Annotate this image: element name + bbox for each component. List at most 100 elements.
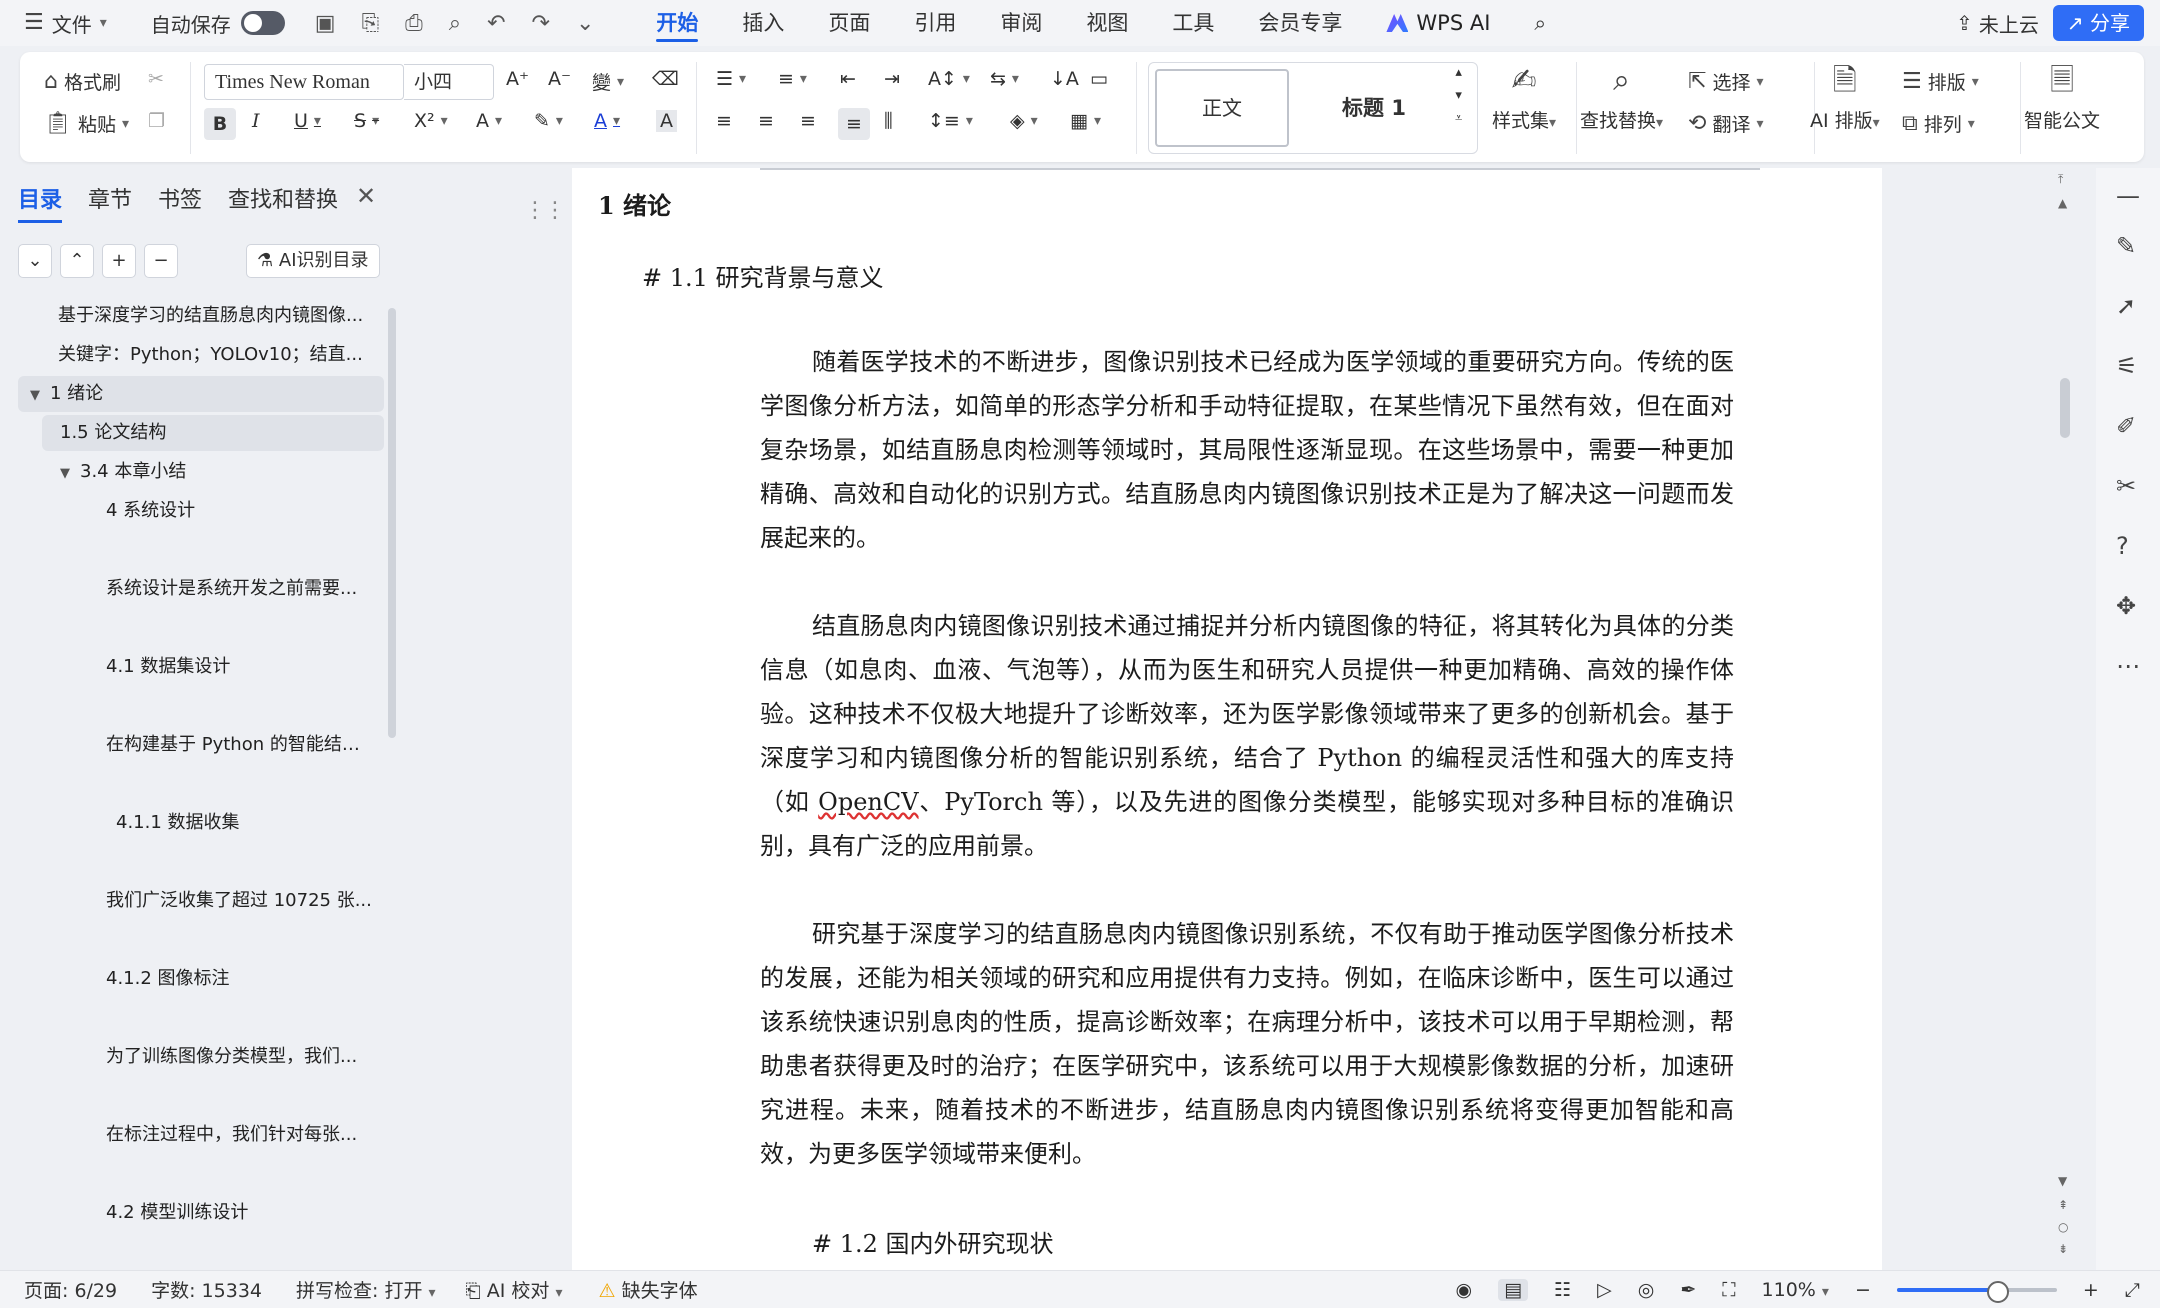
toc-item[interactable]: 4 系统设计 bbox=[18, 493, 384, 529]
scroll-up-icon[interactable]: ▲ bbox=[2058, 196, 2067, 210]
pen-icon[interactable]: ✎ bbox=[2116, 232, 2136, 260]
page-indicator[interactable]: 页面: 6/29 bbox=[24, 1276, 117, 1303]
close-icon[interactable]: ✕ bbox=[356, 182, 376, 210]
search-icon[interactable]: ⌕ bbox=[1512, 0, 1568, 46]
line-spacing-icon[interactable]: ↕≡ ▾ bbox=[928, 110, 973, 132]
tab-insert[interactable]: 插入 bbox=[720, 0, 806, 46]
copy-icon[interactable]: ❐ bbox=[148, 110, 165, 132]
translate-button[interactable]: ⟲ 翻译 ▾ bbox=[1688, 110, 1763, 137]
format-painter-button[interactable]: ⌂ 格式刷 bbox=[44, 68, 121, 95]
style-normal[interactable]: 正文 bbox=[1155, 69, 1289, 147]
toc-item[interactable]: 在标注过程中，我们针对每张... bbox=[18, 1117, 384, 1153]
toc-item[interactable]: 1.5 论文结构 bbox=[42, 415, 384, 451]
show-marks-icon[interactable]: ▭ bbox=[1090, 68, 1108, 90]
find-replace-button[interactable]: ⌕ 查找替换▾ bbox=[1580, 66, 1663, 133]
export-icon[interactable]: ⎘ bbox=[362, 11, 380, 36]
char-shading-icon[interactable]: A bbox=[656, 110, 677, 132]
spell-error-word[interactable]: OpenCV bbox=[818, 788, 918, 816]
grow-font-icon[interactable]: A⁺ bbox=[506, 68, 529, 90]
sliders-icon[interactable]: ⚟ bbox=[2116, 352, 2138, 380]
zoom-out-icon[interactable]: − bbox=[1855, 1279, 1871, 1301]
tab-page[interactable]: 页面 bbox=[806, 0, 892, 46]
style-heading-1[interactable]: 标题 1 bbox=[1299, 69, 1449, 147]
tab-review[interactable]: 审阅 bbox=[978, 0, 1064, 46]
caret-down-icon[interactable]: ▼ bbox=[60, 466, 70, 481]
tab-member[interactable]: 会员专享 bbox=[1236, 0, 1364, 46]
text-direction-icon[interactable]: A↕ ▾ bbox=[928, 68, 970, 90]
redo-icon[interactable]: ↷ bbox=[532, 11, 550, 36]
sort-icon[interactable]: ↓A bbox=[1050, 68, 1079, 90]
paragraph[interactable]: 结直肠息肉内镜图像识别技术通过捕捉并分析内镜图像的特征，将其转化为具体的分类信息… bbox=[760, 604, 1734, 868]
font-color-icon[interactable]: A ▾ bbox=[594, 110, 620, 132]
distribute-icon[interactable]: ⫼ bbox=[884, 110, 893, 132]
cloud-status[interactable]: ⇪ 未上云 bbox=[1956, 9, 2039, 38]
style-set-button[interactable]: ✍ 样式集▾ bbox=[1492, 66, 1556, 133]
font-name-select[interactable]: Times New Roman bbox=[204, 64, 404, 100]
document-scrollbar[interactable]: ⤒ ▲ ▼ ⇞ ○ ⇟ bbox=[2054, 168, 2076, 1270]
increase-indent-icon[interactable]: ⇥ bbox=[884, 68, 900, 90]
toc-item[interactable]: 在构建基于 Python 的智能结直... bbox=[18, 727, 384, 763]
bold-icon[interactable]: B bbox=[204, 108, 236, 140]
fullscreen-icon[interactable]: ⤢ bbox=[2125, 1279, 2140, 1301]
toc-item[interactable]: 为了训练图像分类模型，我们... bbox=[18, 1039, 384, 1075]
ai-check-button[interactable]: ⎗ AI 校对 ▾ bbox=[466, 1276, 563, 1303]
underline-icon[interactable]: U ▾ bbox=[294, 110, 321, 132]
cursor-icon[interactable]: ➚ bbox=[2116, 292, 2136, 320]
heading-1[interactable]: 1 绪论 bbox=[598, 186, 1578, 221]
save-icon[interactable]: ▣ bbox=[315, 11, 336, 36]
scroll-down-icon[interactable]: ▼ bbox=[2058, 1174, 2067, 1188]
strikethrough-icon[interactable]: S ▾ bbox=[354, 110, 379, 132]
zoom-slider[interactable] bbox=[1896, 1281, 2057, 1303]
print-icon[interactable]: ⎙ bbox=[405, 11, 423, 36]
italic-icon[interactable]: I bbox=[252, 110, 260, 132]
file-menu[interactable]: ☰ 文件 ▾ bbox=[24, 9, 107, 38]
collapse-up-icon[interactable]: ⌃ bbox=[60, 244, 94, 278]
prev-page-icon[interactable]: ⇞ bbox=[2058, 1198, 2068, 1212]
tab-wps-ai[interactable]: WPS AI bbox=[1364, 0, 1512, 46]
tab-toc[interactable]: 目录 bbox=[18, 182, 63, 223]
smart-doc-button[interactable]: 🗏︎ 智能公文 bbox=[2024, 66, 2100, 133]
font-size-select[interactable]: 小四 bbox=[404, 64, 494, 100]
toc-item[interactable]: 4.1.2 图像标注 bbox=[18, 961, 384, 997]
zoom-level[interactable]: 110% ▾ bbox=[1762, 1279, 1829, 1301]
toc-item[interactable]: 系统设计是系统开发之前需要... bbox=[18, 571, 384, 607]
more-chevron-icon[interactable]: ⌄ bbox=[576, 11, 594, 36]
fit-page-icon[interactable]: ⛶ bbox=[1722, 1279, 1735, 1301]
tab-find-replace[interactable]: 查找和替换 bbox=[228, 182, 338, 223]
format-icon[interactable]: ✐ bbox=[2116, 412, 2136, 440]
arrange-button[interactable]: ⧉ 排列 ▾ bbox=[1902, 110, 1975, 137]
tab-bookmarks[interactable]: 书签 bbox=[158, 182, 202, 223]
align-left-icon[interactable]: ≡ bbox=[716, 110, 732, 132]
toc-item[interactable]: ▼ 1 绪论 bbox=[18, 376, 384, 412]
web-view-icon[interactable]: ◎ bbox=[1638, 1279, 1655, 1301]
page-view-icon[interactable]: ▤ bbox=[1498, 1279, 1529, 1301]
panel-scrollbar[interactable] bbox=[388, 308, 396, 738]
toc-item[interactable]: ▼ 3.4 本章小结 bbox=[18, 454, 384, 490]
play-icon[interactable]: ▷ bbox=[1597, 1279, 1612, 1301]
scroll-top-icon[interactable]: ⤒ bbox=[2058, 172, 2063, 187]
next-page-icon[interactable]: ⇟ bbox=[2058, 1242, 2068, 1256]
style-scroll[interactable]: ▴ ▾ ⩡ bbox=[1455, 65, 1462, 126]
paragraph[interactable]: 研究基于深度学习的结直肠息肉内镜图像识别系统，不仅有助于推动医学图像分析技术的发… bbox=[760, 912, 1734, 1176]
chevron-up-icon[interactable]: ▴ bbox=[1455, 65, 1462, 80]
tab-home[interactable]: 开始 bbox=[634, 0, 720, 46]
align-center-icon[interactable]: ≡ bbox=[758, 110, 774, 132]
undo-icon[interactable]: ↶ bbox=[487, 11, 505, 36]
decrease-indent-icon[interactable]: ⇤ bbox=[840, 68, 856, 90]
heading-2[interactable]: # 1.2 国内外研究现状 bbox=[812, 1224, 1792, 1259]
spell-check-status[interactable]: 拼写检查: 打开 ▾ bbox=[296, 1276, 436, 1303]
tab-view[interactable]: 视图 bbox=[1064, 0, 1150, 46]
tab-tools[interactable]: 工具 bbox=[1150, 0, 1236, 46]
help-icon[interactable]: ? bbox=[2116, 532, 2129, 560]
print-preview-icon[interactable]: ⌕ bbox=[449, 11, 461, 36]
expand-icon[interactable]: ⩡ bbox=[1455, 111, 1462, 126]
puzzle-icon[interactable]: ✥ bbox=[2116, 592, 2136, 620]
toc-item[interactable]: 关键字：Python；YOLOv10；结直... bbox=[18, 337, 384, 373]
select-button[interactable]: ⇱ 选择 ▾ bbox=[1688, 68, 1763, 95]
scroll-thumb[interactable] bbox=[2060, 378, 2070, 438]
cut-icon[interactable]: ✂ bbox=[148, 68, 164, 90]
remove-icon[interactable]: − bbox=[144, 244, 178, 278]
chevron-down-icon[interactable]: ▾ bbox=[1455, 88, 1462, 103]
numbering-icon[interactable]: ≡ ▾ bbox=[778, 68, 807, 90]
paste-button[interactable]: 📋︎ 粘贴 ▾ bbox=[44, 110, 129, 137]
